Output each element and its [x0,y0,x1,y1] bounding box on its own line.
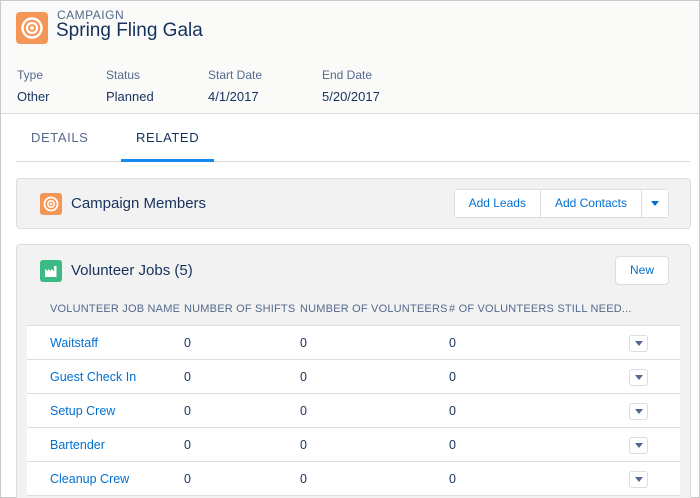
volunteers-cell: 0 [300,336,307,350]
column-header-job-name[interactable]: VOLUNTEER JOB NAME [50,292,180,326]
shifts-cell: 0 [184,404,191,418]
job-name-link[interactable]: Setup Crew [50,394,115,428]
job-name-link[interactable]: Cleanup Crew [50,462,129,496]
table-row: Waitstaff 0 0 0 [27,326,680,360]
field-start-date: Start Date 4/1/2017 [208,68,262,104]
volunteers-cell: 0 [300,438,307,452]
shifts-cell: 0 [184,472,191,486]
field-value: 4/1/2017 [208,89,259,104]
row-actions-button[interactable] [629,437,648,454]
field-label: Start Date [208,68,263,82]
table-row: Guest Check In 0 0 0 [27,360,680,394]
job-name-link[interactable]: Guest Check In [50,360,136,394]
new-volunteer-job-button[interactable]: New [615,256,669,285]
row-actions-button[interactable] [629,335,648,352]
still-needed-cell: 0 [449,370,456,384]
still-needed-cell: 0 [449,336,456,350]
tab-details[interactable]: DETAILS [31,114,88,161]
record-header: CAMPAIGN Spring Fling Gala Type Other St… [1,1,699,114]
table-row: Cleanup Crew 0 0 0 [27,462,680,496]
still-needed-cell: 0 [449,472,456,486]
volunteer-jobs-icon [40,260,62,282]
shifts-cell: 0 [184,370,191,384]
chevron-down-icon [635,341,643,346]
row-actions-button[interactable] [629,369,648,386]
still-needed-cell: 0 [449,404,456,418]
add-contacts-button[interactable]: Add Contacts [539,190,641,217]
tab-bar: DETAILS RELATED [16,114,690,162]
campaign-members-card: Campaign Members Add Leads Add Contacts [16,178,691,229]
field-status: Status Planned [106,68,154,104]
campaign-target-icon [16,12,48,44]
field-label: End Date [322,68,373,82]
volunteer-jobs-table: VOLUNTEER JOB NAME NUMBER OF SHIFTS NUMB… [27,292,680,496]
shifts-cell: 0 [184,336,191,350]
table-row: Setup Crew 0 0 0 [27,394,680,428]
job-name-link[interactable]: Waitstaff [50,326,98,360]
add-leads-button[interactable]: Add Leads [454,190,540,217]
chevron-down-icon [651,201,659,206]
field-label: Status [106,68,141,82]
volunteers-cell: 0 [300,370,307,384]
field-type: Type Other [17,68,50,104]
volunteer-jobs-title: Volunteer Jobs (5) [71,262,193,279]
volunteer-jobs-card: Volunteer Jobs (5) New VOLUNTEER JOB NAM… [16,244,691,498]
field-value: Other [17,89,50,104]
field-label: Type [17,68,44,82]
chevron-down-icon [635,409,643,414]
more-actions-button[interactable] [641,190,668,217]
still-needed-cell: 0 [449,438,456,452]
field-end-date: End Date 5/20/2017 [322,68,380,104]
column-header-volunteers[interactable]: NUMBER OF VOLUNTEERS [300,292,448,326]
chevron-down-icon [635,443,643,448]
column-header-shifts[interactable]: NUMBER OF SHIFTS [184,292,295,326]
field-value: 5/20/2017 [322,89,380,104]
table-header: VOLUNTEER JOB NAME NUMBER OF SHIFTS NUMB… [27,292,680,326]
field-value: Planned [106,89,154,104]
shifts-cell: 0 [184,438,191,452]
volunteers-cell: 0 [300,472,307,486]
tab-related[interactable]: RELATED [121,114,215,162]
campaign-members-title: Campaign Members [71,195,207,212]
table-row: Bartender 0 0 0 [27,428,680,462]
campaign-members-icon [40,193,62,215]
column-header-still-needed[interactable]: # OF VOLUNTEERS STILL NEED... [449,292,632,326]
job-name-link[interactable]: Bartender [50,428,105,462]
chevron-down-icon [635,477,643,482]
record-title: Spring Fling Gala [56,20,203,41]
row-actions-button[interactable] [629,403,648,420]
campaign-members-actions: Add Leads Add Contacts [453,189,669,218]
chevron-down-icon [635,375,643,380]
row-actions-button[interactable] [629,471,648,488]
volunteers-cell: 0 [300,404,307,418]
